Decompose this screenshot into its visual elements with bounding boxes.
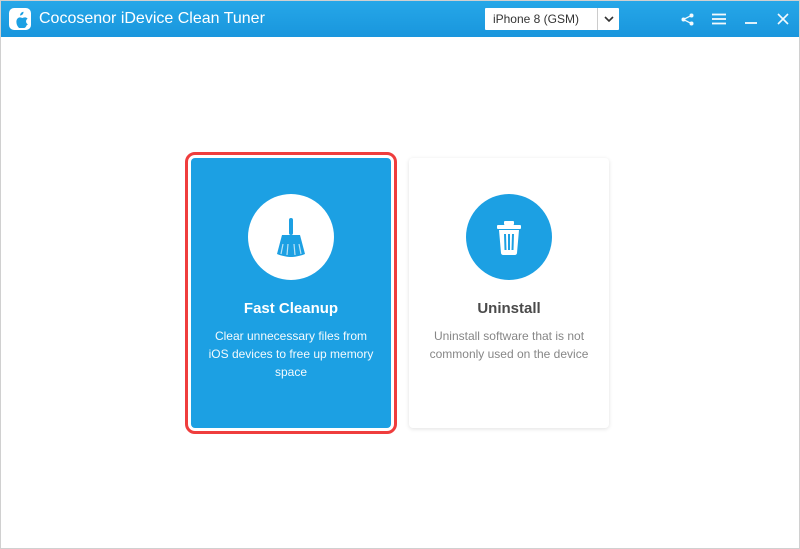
titlebar-controls: [679, 11, 791, 27]
fast-cleanup-card[interactable]: Fast Cleanup Clear unnecessary files fro…: [191, 158, 391, 428]
app-title: Cocosenor iDevice Clean Tuner: [39, 10, 265, 28]
fast-cleanup-title: Fast Cleanup: [244, 300, 338, 317]
broom-icon: [248, 194, 334, 280]
share-icon[interactable]: [679, 11, 695, 27]
menu-icon[interactable]: [711, 11, 727, 27]
uninstall-description: Uninstall software that is not commonly …: [425, 327, 593, 363]
close-icon[interactable]: [775, 11, 791, 27]
main-content: Fast Cleanup Clear unnecessary files fro…: [1, 37, 799, 548]
device-select-value: iPhone 8 (GSM): [485, 12, 597, 26]
device-select[interactable]: iPhone 8 (GSM): [485, 8, 619, 30]
titlebar: Cocosenor iDevice Clean Tuner iPhone 8 (…: [1, 1, 799, 37]
uninstall-card[interactable]: Uninstall Uninstall software that is not…: [409, 158, 609, 428]
minimize-icon[interactable]: [743, 11, 759, 27]
app-logo-icon: [9, 8, 31, 30]
fast-cleanup-description: Clear unnecessary files from iOS devices…: [207, 327, 375, 381]
trash-icon: [466, 194, 552, 280]
chevron-down-icon: [597, 8, 619, 30]
uninstall-title: Uninstall: [477, 300, 540, 317]
